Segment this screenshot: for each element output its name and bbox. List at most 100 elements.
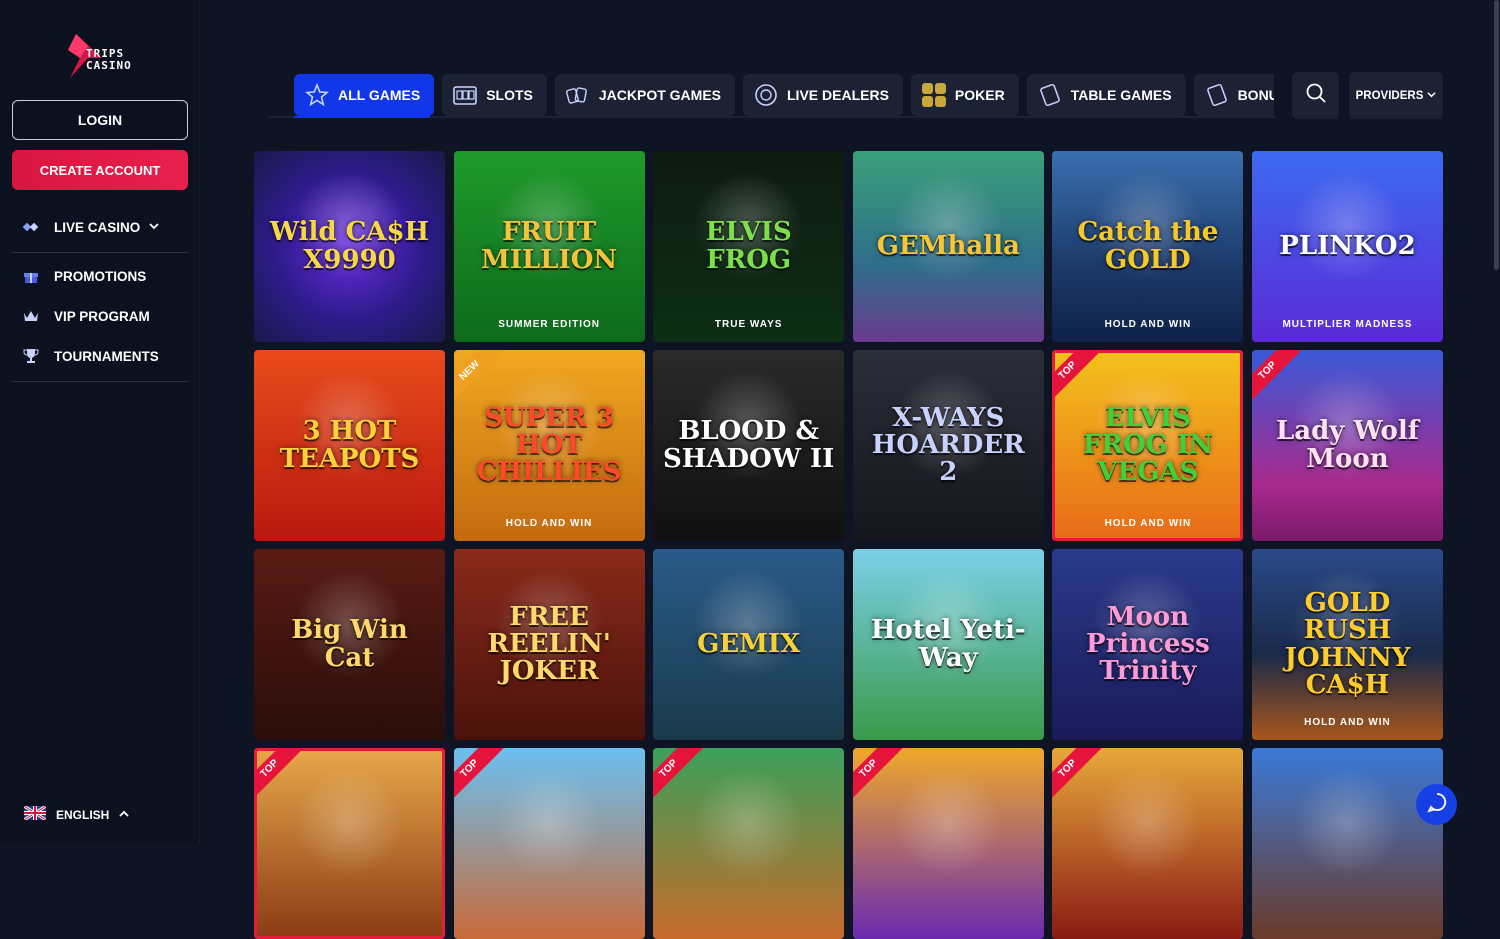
game-subtitle: MULTIPLIER MADNESS (1282, 319, 1413, 330)
sidebar: TRIPS CASINO LOGIN CREATE ACCOUNT LIVE C… (0, 0, 200, 844)
game-title: BLOOD & SHADOW II (663, 416, 835, 474)
game-title: SUPER 3 HOT CHILLIES (476, 402, 622, 488)
active-tab-indicator (294, 116, 430, 118)
game-tile[interactable]: FRUIT MILLION SUMMER EDITION (453, 151, 645, 342)
login-button[interactable]: LOGIN (12, 100, 188, 140)
sidebar-item-vip-program[interactable]: VIP PROGRAM (22, 307, 150, 325)
gift-icon (22, 267, 40, 285)
game-tile[interactable]: TOP Lady Wolf Moon (1251, 350, 1443, 541)
tab-table-games[interactable]: TABLE GAMES (1026, 74, 1186, 116)
tab-slots[interactable]: SLOTS (442, 74, 547, 116)
language-selector[interactable]: ENGLISH (23, 804, 129, 823)
game-tile[interactable]: PLINKO2 MULTIPLIER MADNESS (1251, 151, 1443, 342)
language-label: ENGLISH (56, 807, 110, 822)
sidebar-item-label: LIVE CASINO (54, 219, 141, 235)
game-badge: TOP (1052, 748, 1104, 804)
tab-label: POKER (954, 87, 1005, 103)
game-tile[interactable]: GEMIX (653, 549, 845, 740)
game-title: PLINKO2 (1279, 230, 1416, 261)
providers-label: PROVIDERS (1355, 89, 1424, 102)
sidebar-item-live-casino[interactable]: LIVE CASINO (22, 218, 160, 236)
chevron-down-icon (148, 220, 160, 235)
uk-flag-icon (23, 804, 47, 823)
game-badge: TOP (1052, 350, 1104, 406)
star-icon (304, 82, 330, 108)
chat-bubble-icon (1426, 791, 1448, 818)
game-artwork (493, 768, 604, 878)
game-subtitle: TRUE WAYS (714, 319, 783, 330)
tab-label: BONUS B (1237, 87, 1274, 103)
game-subtitle: HOLD AND WIN (1304, 717, 1391, 728)
game-tile[interactable]: ELVIS FROG TRUE WAYS (653, 151, 845, 342)
table-card-icon (1037, 82, 1063, 108)
game-title: FRUIT MILLION (481, 217, 618, 275)
game-tile[interactable]: GOLD RUSH JOHNNY CA$H HOLD AND WIN (1251, 549, 1443, 740)
tab-label: JACKPOT GAMES (598, 87, 721, 103)
game-badge: TOP (1251, 350, 1303, 406)
game-title: Wild CA$H X9990 (269, 217, 430, 275)
game-subtitle: SUMMER EDITION (498, 319, 600, 330)
search-icon (1305, 82, 1327, 109)
tab-all-games[interactable]: ALL GAMES (294, 74, 435, 116)
sidebar-divider (12, 381, 188, 382)
game-tile[interactable]: Moon Princess Trinity (1052, 549, 1244, 740)
slot-machine-icon (452, 82, 478, 108)
crown-icon (22, 307, 40, 325)
sidebar-item-tournaments[interactable]: TOURNAMENTS (22, 347, 159, 365)
game-tile[interactable]: 3 HOT TEAPOTS (254, 350, 445, 541)
game-title: ELVIS FROG (705, 217, 792, 275)
game-tile[interactable]: NEW SUPER 3 HOT CHILLIES HOLD AND WIN (453, 350, 645, 541)
category-tabs: ALL GAMES SLOTS JACKPOT GAMES LIVE DEALE… (294, 74, 1274, 116)
game-title: GEMIX (697, 628, 801, 659)
search-button[interactable] (1292, 72, 1339, 119)
game-title: X-WAYS HOARDER 2 (871, 402, 1025, 488)
page-scrollbar[interactable] (1494, 0, 1499, 270)
logo-line-2: CASINO (86, 59, 132, 72)
game-tile[interactable]: TOP ELVIS FROG IN VEGAS HOLD AND WIN (1052, 350, 1244, 541)
game-title: Lady Wolf Moon (1275, 416, 1419, 474)
trophy-icon (22, 347, 40, 365)
sidebar-item-promotions[interactable]: PROMOTIONS (22, 267, 146, 285)
game-badge: NEW (453, 350, 505, 406)
sidebar-item-label: PROMOTIONS (54, 268, 147, 284)
game-tile[interactable]: GEMhalla (852, 151, 1044, 342)
tab-poker[interactable]: POKER (910, 74, 1019, 116)
sidebar-item-label: VIP PROGRAM (54, 308, 150, 324)
game-artwork (693, 768, 804, 878)
game-subtitle: HOLD AND WIN (1104, 319, 1192, 330)
sidebar-divider (12, 252, 188, 253)
game-badge: TOP (653, 748, 704, 804)
game-tile[interactable]: Hotel Yeti-Way (852, 549, 1044, 740)
tab-label: TABLE GAMES (1070, 87, 1172, 103)
game-title: Moon Princess Trinity (1086, 601, 1210, 687)
game-title: GEMhalla (876, 230, 1020, 261)
tab-jackpot-games[interactable]: JACKPOT GAMES (554, 74, 735, 116)
chevron-down-icon (1427, 90, 1436, 102)
create-account-button[interactable]: CREATE ACCOUNT (12, 150, 188, 190)
tab-live-dealers[interactable]: LIVE DEALERS (743, 74, 903, 116)
providers-dropdown[interactable]: PROVIDERS (1349, 72, 1443, 119)
tab-bonus[interactable]: BONUS B (1193, 74, 1274, 116)
game-artwork (294, 768, 404, 878)
chat-button[interactable] (1416, 784, 1457, 825)
game-artwork (1291, 171, 1402, 281)
games-grid: Wild CA$H X9990 FRUIT MILLION SUMMER EDITI… (254, 151, 1444, 939)
brand-logo[interactable]: TRIPS CASINO (66, 32, 156, 80)
game-title: ELVIS FROG IN VEGAS (1082, 402, 1213, 488)
game-tile[interactable]: FREE REELIN' JOKER (453, 549, 645, 740)
game-tile[interactable]: Big Win Cat (254, 549, 445, 740)
poker-icon (921, 82, 947, 108)
game-tile[interactable]: BLOOD & SHADOW II (653, 350, 845, 541)
game-artwork (892, 171, 1003, 281)
game-tile[interactable]: X-WAYS HOARDER 2 (852, 350, 1044, 541)
game-tile[interactable]: Wild CA$H X9990 (254, 151, 445, 342)
game-badge: TOP (453, 748, 505, 804)
game-title: FREE REELIN' JOKER (487, 601, 611, 687)
game-artwork (693, 569, 804, 679)
chevron-up-icon (119, 808, 129, 822)
game-artwork (1291, 768, 1402, 878)
game-tile[interactable]: Catch the GOLD HOLD AND WIN (1052, 151, 1244, 342)
jackpot-cards-icon (565, 82, 591, 108)
game-badge: TOP (254, 748, 305, 804)
sidebar-item-label: TOURNAMENTS (54, 348, 159, 364)
